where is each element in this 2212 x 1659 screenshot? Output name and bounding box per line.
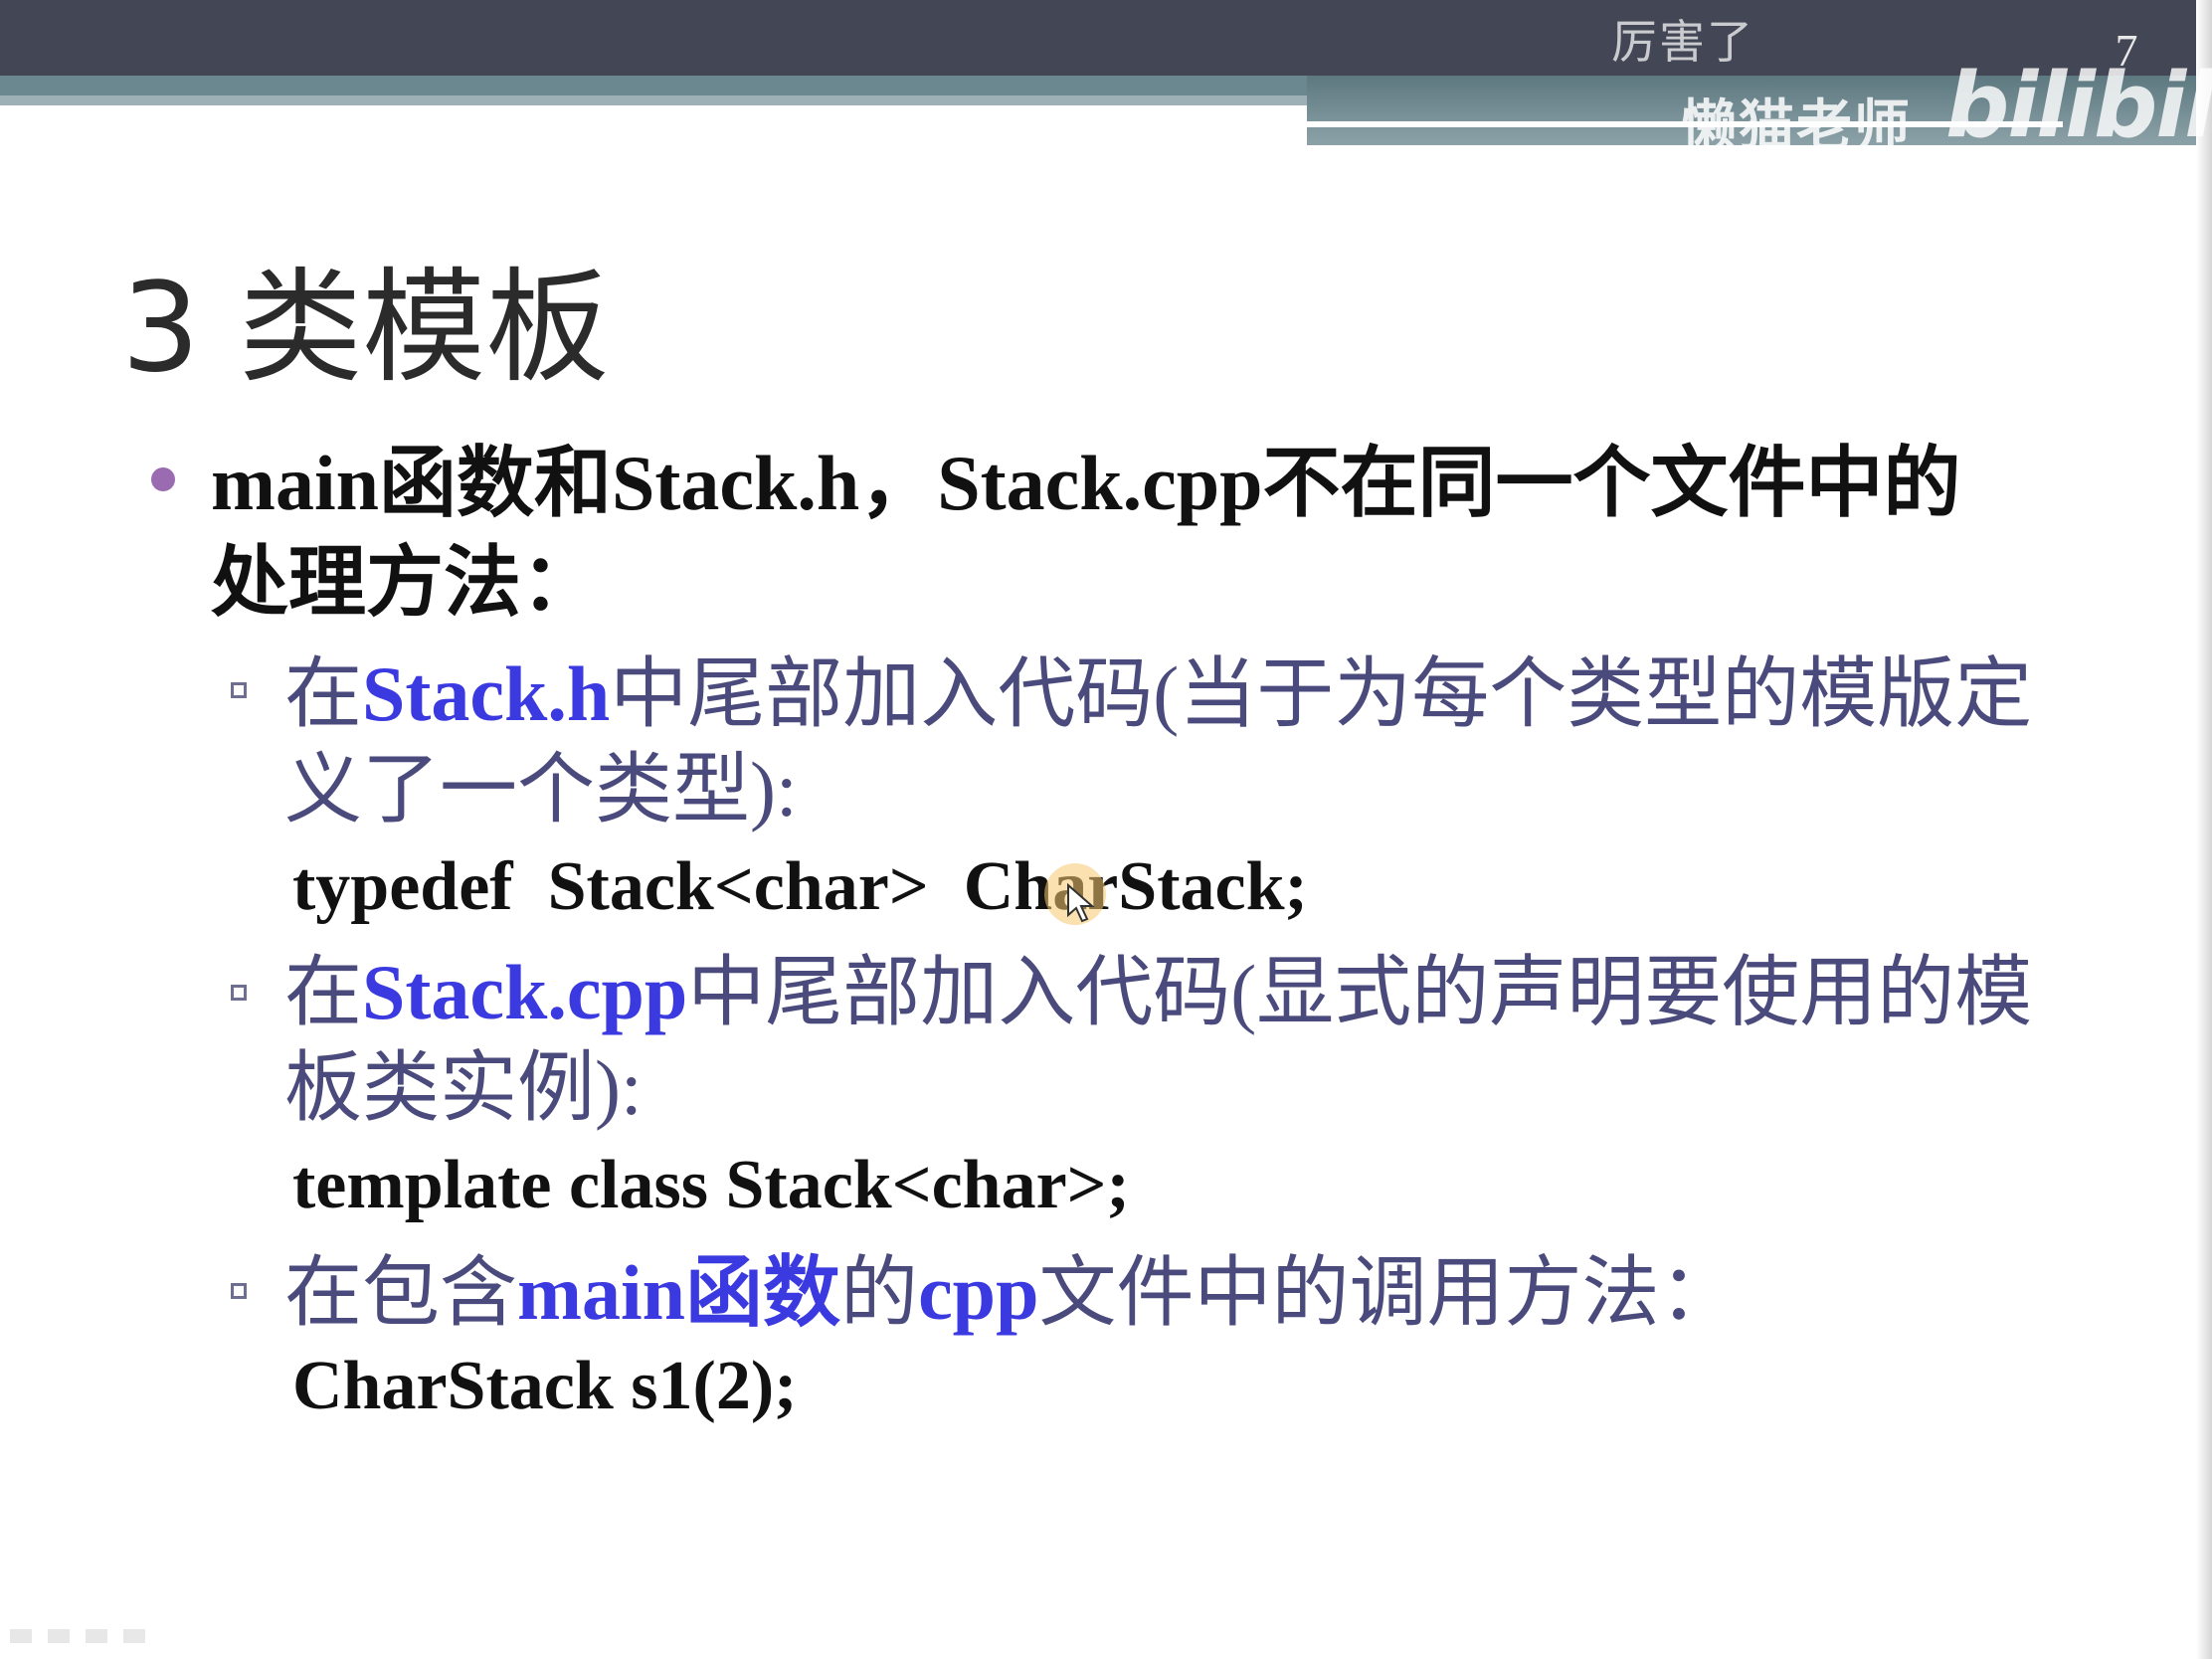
subitem-1-prefix: 在 <box>284 650 363 737</box>
code-line-1: typedef Stack<char> CharStack; <box>292 848 1308 925</box>
subitem-3-text: 在包含main函数的cpp文件中的调用方法： <box>284 1245 2035 1341</box>
top-stripe-highlight <box>0 95 1307 105</box>
subitem-1-text: 在Stack.h中尾部加入代码(当于为每个类型的模版定义了一个类型): <box>284 646 2035 837</box>
subitem-2-prefix: 在 <box>284 949 363 1035</box>
subitem-3-body: 文件中的调用方法： <box>1038 1249 1738 1336</box>
subitem-1-keyword: Stack.h <box>362 650 611 737</box>
mouse-pointer-icon <box>1067 883 1095 923</box>
slide-title: 3 类模板 <box>121 257 610 400</box>
subitem-2-text: 在Stack.cpp中尾部加入代码(显式的声明要使用的模板类实例): <box>284 945 2035 1136</box>
subitem-3-prefix: 在包含 <box>284 1249 518 1336</box>
danmaku-comment: 厉害了 <box>1611 15 1754 69</box>
code-line-2: template class Stack<char>; <box>292 1147 1130 1223</box>
control-icon[interactable] <box>86 1629 107 1643</box>
right-edge-shadow <box>2196 0 2212 1659</box>
bullet-dot-icon <box>151 467 175 491</box>
uploader-watermark: 懒猫老师 <box>1681 94 1912 159</box>
control-icon[interactable] <box>48 1629 70 1643</box>
slide: 厉害了 7 懒猫老师 bilibili 3 类模板 main函数和Stack.h… <box>0 0 2212 1659</box>
subitem-3-keyword: main函数 <box>517 1249 841 1336</box>
main-bullet-text: main函数和Stack.h，Stack.cpp不在同一个文件中的处理方法： <box>211 440 1961 626</box>
player-controls[interactable] <box>10 1621 145 1651</box>
square-bullet-icon <box>231 985 247 1001</box>
subitem-3-keyword2: cpp <box>918 1249 1039 1336</box>
subitem-2-keyword: Stack.cpp <box>362 949 688 1035</box>
top-bar <box>0 0 2212 76</box>
control-icon[interactable] <box>10 1629 32 1643</box>
bilibili-logo: bilibili <box>1945 54 2212 158</box>
control-icon[interactable] <box>123 1629 145 1643</box>
square-bullet-icon <box>231 682 247 698</box>
code-line-3: CharStack s1(2); <box>292 1348 798 1424</box>
subitem-3-middle: 的 <box>840 1249 919 1336</box>
square-bullet-icon <box>231 1283 247 1299</box>
